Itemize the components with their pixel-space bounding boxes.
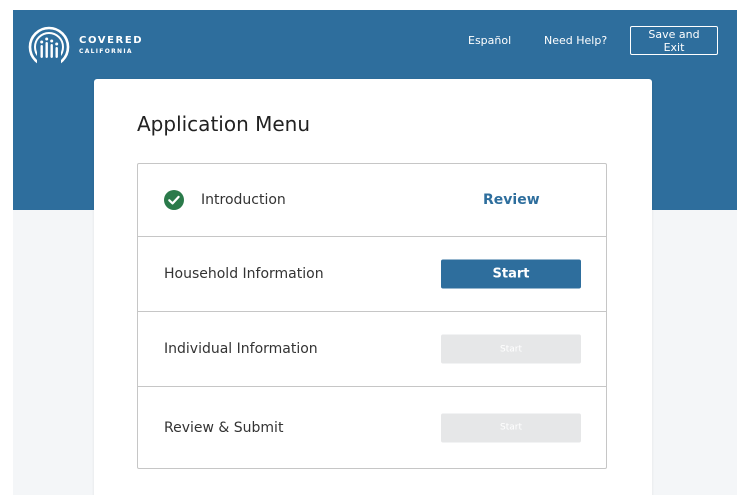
save-and-exit-button[interactable]: Save and Exit: [630, 26, 718, 55]
application-steps-list: Introduction Review Household Informatio…: [137, 163, 607, 469]
application-menu-card: Application Menu Introduction Review Hou…: [94, 79, 652, 495]
step-label: Introduction: [201, 192, 286, 208]
logo-wordmark: COVERED CALIFORNIA: [79, 34, 144, 55]
step-label: Individual Information: [164, 341, 318, 357]
page-title: Application Menu: [137, 112, 311, 136]
need-help-link[interactable]: Need Help?: [544, 34, 607, 47]
review-link[interactable]: Review: [483, 192, 540, 208]
step-introduction: Introduction Review: [138, 164, 606, 237]
logo-line-1: COVERED: [79, 34, 144, 46]
step-review-submit: Review & Submit Start: [138, 387, 606, 468]
step-individual-information: Individual Information Start: [138, 312, 606, 387]
step-label: Household Information: [164, 266, 324, 282]
logo-line-2: CALIFORNIA: [79, 47, 133, 55]
start-household-button[interactable]: Start: [441, 259, 581, 289]
start-individual-button-disabled: Start: [441, 334, 581, 364]
start-review-button-disabled: Start: [441, 413, 581, 442]
check-circle-icon: [164, 190, 184, 210]
logo-arc-icon: [28, 26, 70, 69]
covered-california-logo[interactable]: COVERED CALIFORNIA: [25, 21, 143, 69]
step-household-information: Household Information Start: [138, 237, 606, 312]
step-label: Review & Submit: [164, 419, 284, 436]
page: COVERED CALIFORNIA Español Need Help? Sa…: [13, 10, 737, 495]
espanol-link[interactable]: Español: [468, 34, 511, 47]
